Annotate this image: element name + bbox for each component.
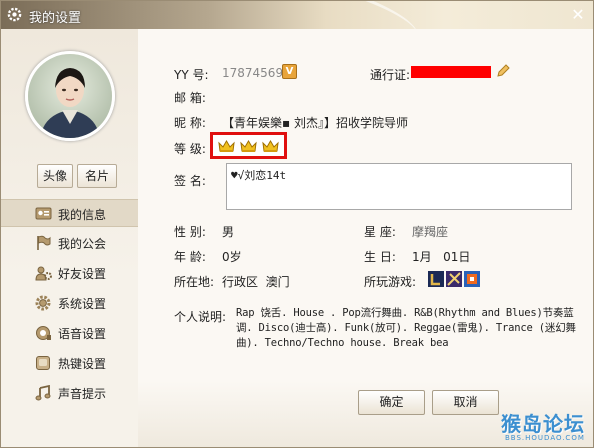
email-label: 邮 箱:	[174, 91, 206, 105]
zodiac-value: 摩羯座	[412, 225, 449, 239]
sidebar-item-system-settings[interactable]: 系统设置	[1, 289, 138, 317]
cancel-button[interactable]: 取消	[432, 390, 499, 415]
hotkey-icon	[36, 356, 50, 370]
nickname-value: 【青年娱樂▪ 刘杰』】招收学院导师	[222, 116, 408, 130]
settings-window: 我的设置 ✕ 头像 名片 我的信息 我的公会 好友设置 系统设置 语音设置 热键…	[0, 0, 594, 448]
voice-icon	[36, 326, 51, 340]
avatar-photo-button[interactable]: 头像	[37, 164, 73, 188]
redacted-pass-id	[411, 66, 491, 78]
sidebar-item-sound-alerts[interactable]: 声音提示	[1, 379, 138, 407]
title-bar[interactable]: 我的设置 ✕	[1, 1, 593, 29]
gender-label: 性 别:	[174, 225, 206, 239]
crown-icon	[240, 140, 257, 152]
sidebar-item-my-info[interactable]: 我的信息	[1, 199, 138, 227]
birthday-label: 生 日:	[364, 250, 396, 264]
pass-label: 通行证:	[370, 68, 411, 82]
music-note-icon	[35, 385, 51, 401]
gender-value: 男	[222, 225, 235, 239]
yy-number-label: YY 号:	[174, 68, 209, 82]
sidebar-item-label: 好友设置	[58, 267, 107, 281]
zodiac-label: 星 座:	[364, 225, 396, 239]
sidebar-item-label: 热键设置	[58, 357, 107, 371]
ok-button[interactable]: 确定	[358, 390, 425, 415]
gear-icon	[7, 7, 22, 22]
watermark-logo: 猴岛论坛 BBS.HOUDAO.COM	[501, 412, 585, 442]
gear-icon	[35, 295, 51, 311]
profile-card-icon	[35, 207, 52, 220]
business-card-button[interactable]: 名片	[77, 164, 117, 188]
friends-gear-icon	[35, 266, 52, 281]
game-icon-qq[interactable]	[464, 271, 480, 287]
sidebar-item-label: 我的公会	[58, 237, 107, 251]
sidebar-item-voice-settings[interactable]: 语音设置	[1, 319, 138, 347]
games-label: 所玩游戏:	[364, 275, 417, 289]
level-label: 等 级:	[174, 142, 206, 156]
game-icon-blade[interactable]	[446, 271, 462, 287]
age-value: 0岁	[222, 250, 242, 264]
location-value: 行政区 澳门	[222, 275, 290, 289]
signature-label: 签 名:	[174, 174, 206, 188]
edit-pencil-icon[interactable]	[496, 64, 510, 78]
game-icon-lol[interactable]	[428, 271, 444, 287]
sidebar-item-my-guild[interactable]: 我的公会	[1, 229, 138, 257]
nickname-label: 昵 称:	[174, 116, 206, 130]
level-crowns	[210, 132, 287, 159]
age-label: 年 龄:	[174, 250, 206, 264]
about-text: Rap 饶舌. House . Pop流行舞曲. R&B(Rhythm and …	[236, 307, 576, 349]
sidebar-item-friend-settings[interactable]: 好友设置	[1, 259, 138, 287]
flag-icon	[37, 235, 51, 250]
signature-field[interactable]: ♥√刘恋14t	[226, 163, 572, 210]
close-button[interactable]: ✕	[569, 6, 587, 24]
crown-icon	[262, 140, 279, 152]
avatar	[25, 51, 115, 141]
sidebar-item-hotkey-settings[interactable]: 热键设置	[1, 349, 138, 377]
birthday-value: 1月 01日	[412, 250, 471, 264]
sidebar-item-label: 声音提示	[58, 387, 107, 401]
crown-icon	[218, 140, 235, 152]
sidebar: 头像 名片 我的信息 我的公会 好友设置 系统设置 语音设置 热键设置 声音提示	[1, 29, 138, 447]
sidebar-item-label: 我的信息	[58, 208, 107, 222]
vip-badge-icon: V	[282, 64, 297, 79]
about-label: 个人说明:	[174, 310, 227, 324]
location-label: 所在地:	[174, 275, 215, 289]
sidebar-item-label: 系统设置	[58, 297, 107, 311]
sidebar-item-label: 语音设置	[58, 327, 107, 341]
yy-number-value: 178745692	[222, 66, 291, 80]
window-title: 我的设置	[29, 11, 82, 26]
close-icon: ✕	[571, 5, 585, 24]
